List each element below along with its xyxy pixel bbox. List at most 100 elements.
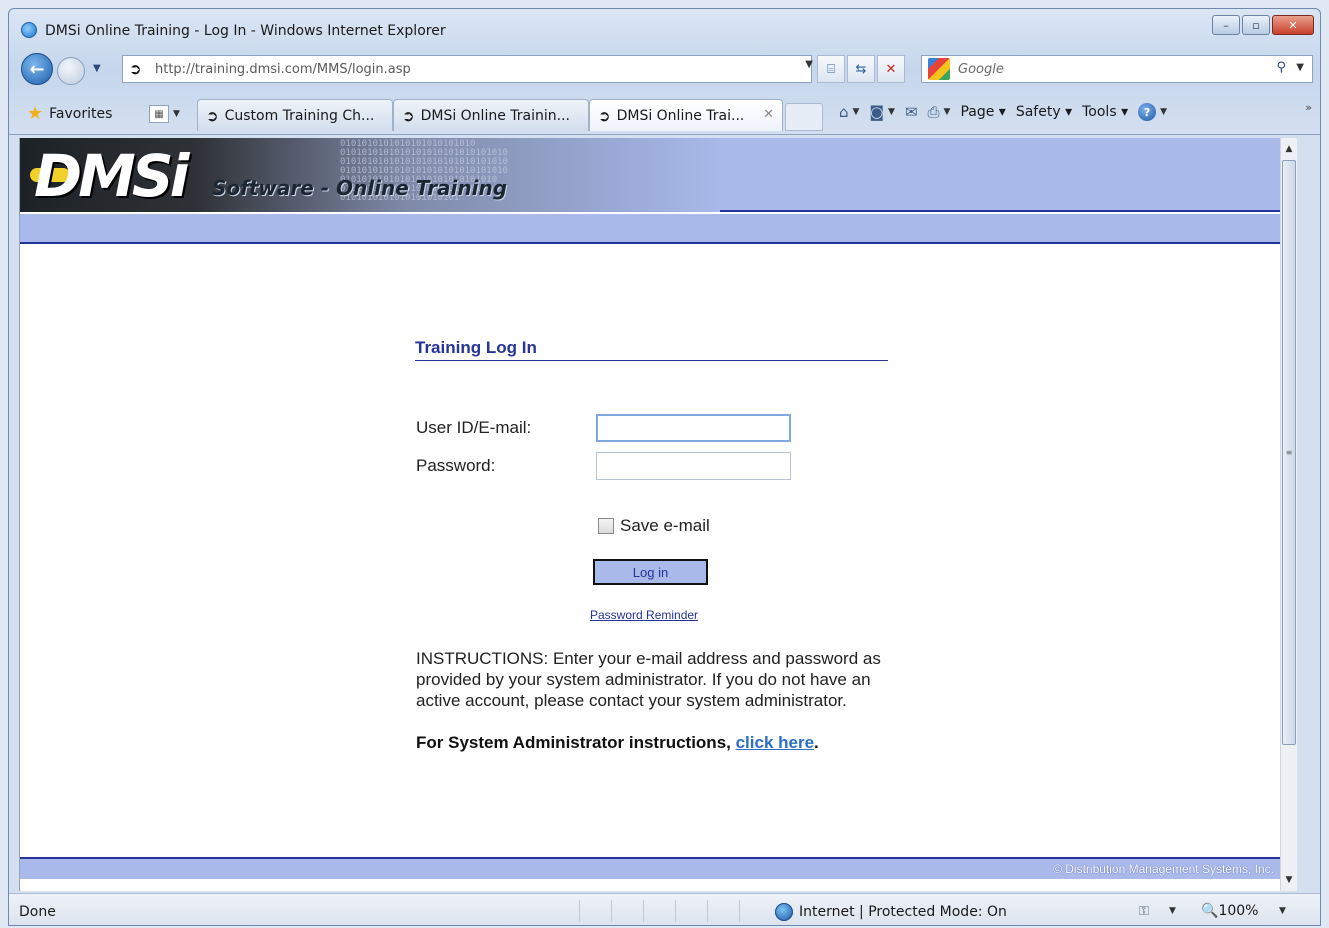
user-id-label: User ID/E-mail: <box>416 418 532 437</box>
more-commands-chevron-icon[interactable]: » <box>1305 101 1312 114</box>
protected-mode-icon[interactable]: ⚿ <box>1139 904 1149 919</box>
favorites-button[interactable]: ★ Favorites <box>27 103 112 124</box>
status-divider <box>611 900 643 922</box>
tools-menu[interactable]: Tools ▾ <box>1082 104 1128 120</box>
title-bar: DMSi Online Training - Log In - Windows … <box>9 9 1320 45</box>
quick-tabs: ▦ ▼ <box>149 105 180 123</box>
security-zone[interactable]: Internet | Protected Mode: On <box>775 903 1007 921</box>
restore-button[interactable]: ▫ <box>1242 15 1270 35</box>
feeds-icon[interactable]: ◙ <box>869 103 884 121</box>
dmsi-tab-icon: ➲ <box>402 106 415 125</box>
status-bar: Done Internet | Protected Mode: On ⚿ ▼ 🔍… <box>9 893 1320 925</box>
search-box[interactable]: Google ⚲ ▼ <box>921 55 1313 83</box>
login-heading: Training Log In <box>415 338 888 361</box>
tab-label: Custom Training Ch... <box>224 107 375 124</box>
forward-button[interactable] <box>57 57 85 85</box>
browser-window: DMSi Online Training - Log In - Windows … <box>8 8 1321 926</box>
window-controls: – ▫ ✕ <box>1212 15 1314 35</box>
address-bar[interactable]: ➲ http://training.dmsi.com/MMS/login.asp… <box>122 55 813 83</box>
scroll-up-icon[interactable]: ▲ <box>1281 140 1297 158</box>
status-divider <box>579 900 611 922</box>
security-zone-label: Internet | Protected Mode: On <box>799 904 1007 920</box>
minimize-button[interactable]: – <box>1212 15 1240 35</box>
tab-dmsi-online-training-1[interactable]: ➲ DMSi Online Trainin... <box>393 99 589 131</box>
window-title: DMSi Online Training - Log In - Windows … <box>45 23 446 39</box>
dmsi-logo: DMSi <box>34 142 190 210</box>
search-input[interactable]: Google <box>958 62 1004 77</box>
password-reminder-link[interactable]: Password Reminder <box>590 608 698 622</box>
close-button[interactable]: ✕ <box>1272 15 1314 35</box>
stop-icon[interactable]: ✕ <box>877 55 905 83</box>
zoom-value: 100% <box>1218 903 1259 919</box>
tab-label: DMSi Online Trainin... <box>420 107 570 124</box>
refresh-icon[interactable]: ⇆ <box>847 55 875 83</box>
favorites-star-icon: ★ <box>27 103 44 124</box>
tab-label: DMSi Online Trai... <box>616 107 745 124</box>
quick-tabs-grid-icon[interactable]: ▦ <box>149 105 169 123</box>
status-divider <box>739 900 771 922</box>
address-tools: ⌸ ⇆ ✕ <box>817 55 905 83</box>
help-icon[interactable]: ? <box>1138 103 1157 121</box>
close-tab-icon[interactable]: ✕ <box>763 107 774 122</box>
user-id-input[interactable] <box>596 414 791 442</box>
compatibility-icon[interactable]: ⌸ <box>817 55 845 83</box>
tab-bar: ★ Favorites ▦ ▼ ➲ Custom Training Ch... … <box>9 95 1320 135</box>
sysadmin-period: . <box>814 733 819 752</box>
scroll-thumb[interactable]: ≡ <box>1282 160 1296 745</box>
home-icon[interactable]: ⌂ <box>839 103 849 121</box>
new-tab-button[interactable] <box>785 103 823 131</box>
sysadmin-instructions: For System Administrator instructions, c… <box>416 733 819 753</box>
password-label: Password: <box>416 456 496 475</box>
search-options-dropdown-icon[interactable]: ▼ <box>1296 62 1304 73</box>
page-footer: © Distribution Management Systems, Inc. <box>20 857 1282 879</box>
status-divider <box>643 900 675 922</box>
safety-menu[interactable]: Safety ▾ <box>1016 104 1072 120</box>
logo-tagline: Software - Online Training <box>212 176 508 200</box>
help-dropdown-icon[interactable]: ▼ <box>1160 107 1167 117</box>
internet-explorer-icon <box>21 22 37 38</box>
page-menu[interactable]: Page ▾ <box>960 104 1005 120</box>
scroll-down-icon[interactable]: ▼ <box>1281 871 1297 889</box>
copyright-text: © Distribution Management Systems, Inc. <box>1053 862 1274 876</box>
protected-mode-dropdown-icon[interactable]: ▼ <box>1169 906 1176 916</box>
site-banner: 0101010101010101010101010 01010101010101… <box>20 138 1282 212</box>
tab-custom-training[interactable]: ➲ Custom Training Ch... <box>197 99 393 131</box>
history-dropdown-icon[interactable]: ▼ <box>93 63 101 74</box>
search-icon[interactable]: ⚲ <box>1276 60 1286 75</box>
banner-subbar <box>20 214 1282 244</box>
status-divider <box>707 900 739 922</box>
tools-menu-label: Tools <box>1082 104 1117 120</box>
dmsi-site-icon: ➲ <box>129 60 142 78</box>
navigation-bar: ← ▼ ➲ http://training.dmsi.com/MMS/login… <box>9 49 1320 89</box>
tab-dmsi-online-training-active[interactable]: ➲ DMSi Online Trai... ✕ <box>589 99 783 131</box>
login-instructions: INSTRUCTIONS: Enter your e-mail address … <box>416 649 881 710</box>
status-separators <box>579 900 771 922</box>
page-menu-label: Page <box>960 104 995 120</box>
password-input[interactable] <box>596 452 791 480</box>
internet-globe-icon <box>775 903 793 921</box>
checkbox-box[interactable] <box>598 518 614 534</box>
sysadmin-text: For System Administrator instructions, <box>416 733 736 752</box>
home-dropdown-icon[interactable]: ▼ <box>853 107 860 117</box>
safety-menu-label: Safety <box>1015 104 1061 120</box>
zoom-dropdown-icon[interactable]: ▼ <box>1279 906 1286 916</box>
save-email-label: Save e-mail <box>620 516 710 535</box>
status-divider <box>675 900 707 922</box>
address-url[interactable]: http://training.dmsi.com/MMS/login.asp <box>155 62 411 77</box>
read-mail-icon[interactable]: ✉ <box>905 103 918 121</box>
address-dropdown-icon[interactable]: ▼ <box>805 59 813 70</box>
dmsi-tab-icon: ➲ <box>206 106 219 125</box>
back-button[interactable]: ← <box>21 53 53 85</box>
feeds-dropdown-icon[interactable]: ▼ <box>888 107 895 117</box>
log-in-button[interactable]: Log in <box>593 559 708 585</box>
dmsi-tab-icon: ➲ <box>598 106 611 125</box>
status-text: Done <box>19 904 56 920</box>
print-dropdown-icon[interactable]: ▼ <box>944 107 951 117</box>
print-icon[interactable]: ⎙ <box>928 103 940 121</box>
vertical-scrollbar[interactable]: ▲ ≡ ▼ <box>1280 138 1297 891</box>
google-icon <box>928 58 950 80</box>
save-email-checkbox[interactable]: Save e-mail <box>598 516 710 536</box>
tab-list-dropdown-icon[interactable]: ▼ <box>173 109 180 119</box>
click-here-link[interactable]: click here <box>736 733 814 752</box>
zoom-level[interactable]: 🔍100% <box>1201 903 1258 919</box>
